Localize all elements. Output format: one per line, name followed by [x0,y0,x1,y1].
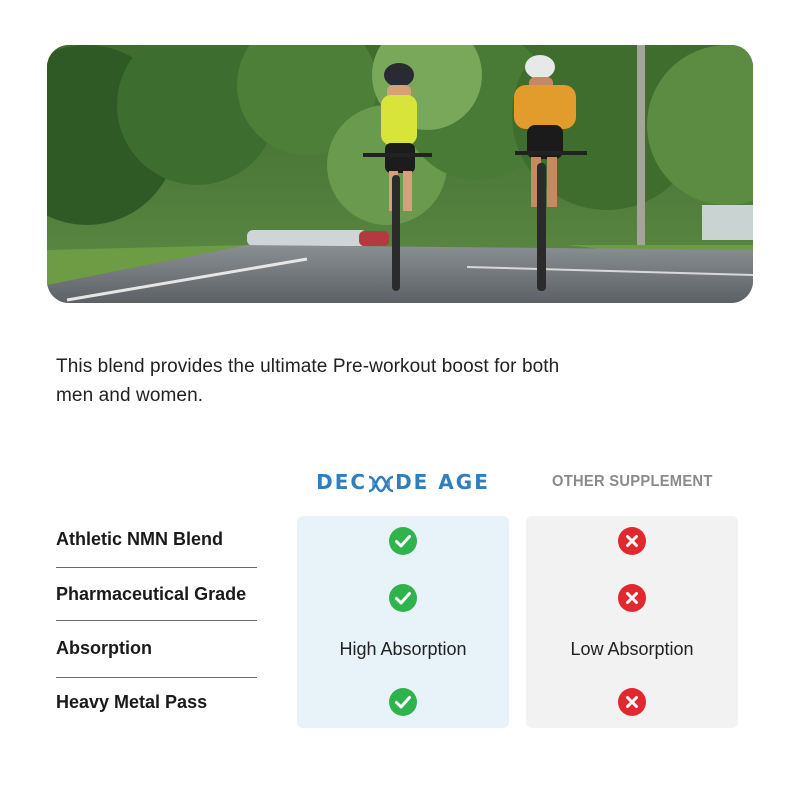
intro-text: This blend provides the ultimate Pre-wor… [56,356,560,406]
high-absorption-text: High Absorption [339,638,467,659]
row-label-absorption: Absorption [56,638,152,658]
other-heavy-metal-cell [526,682,738,722]
row-divider [56,620,257,621]
other-pharmaceutical-cell [526,578,738,618]
cross-icon [618,527,646,555]
check-icon [389,584,417,612]
other-supplement-label: OTHER SUPPLEMENT [551,473,713,490]
check-icon [389,688,417,716]
decode-pharmaceutical-cell [297,578,509,618]
row-divider [56,567,257,568]
decode-age-column: High Absorption [297,516,509,728]
dna-helix-icon [368,475,394,492]
decode-heavy-metal-cell [297,682,509,722]
low-absorption-text: Low Absorption [570,638,694,659]
hero-image-cyclists [47,45,753,303]
decode-absorption-cell: High Absorption [297,629,509,669]
decode-age-wordmark: DEC DE AGE [316,470,490,494]
decode-athletic-nmn-cell [297,521,509,561]
cross-icon [618,688,646,716]
row-label-pharmaceutical-grade: Pharmaceutical Grade [56,584,247,604]
other-absorption-cell: Low Absorption [526,629,738,669]
row-divider [56,677,257,678]
cross-icon [618,584,646,612]
decode-age-logo: DEC DE AGE [297,470,509,494]
other-athletic-nmn-cell [526,521,738,561]
other-supplement-column: Low Absorption [526,516,738,728]
row-label-heavy-metal-pass: Heavy Metal Pass [56,692,208,712]
other-supplement-header: OTHER SUPPLEMENT [526,470,738,494]
row-label-athletic-nmn-blend: Athletic NMN Blend [56,529,224,549]
check-icon [389,527,417,555]
cyclists-on-road-illustration [47,45,753,303]
